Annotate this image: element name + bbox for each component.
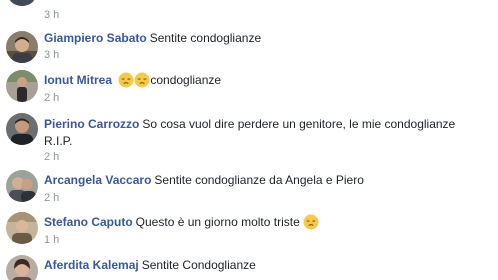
avatar[interactable] (6, 31, 38, 63)
comment-author-link[interactable]: Arcangela Vaccaro (44, 173, 151, 187)
pensive-face-icon (303, 214, 319, 230)
comment-timestamp[interactable]: 1 h (44, 233, 59, 247)
comment-text: Questo è un giorno molto triste (135, 215, 300, 229)
comment-author-link[interactable]: Aferdita Kalemaj (44, 258, 139, 272)
comment-author-link[interactable]: Stefano Caputo (44, 215, 133, 229)
comment-text-continuation: R.I.P. (44, 134, 73, 148)
comment-author-link[interactable]: Giampiero Sabato (44, 31, 147, 45)
comment-text: condoglianze (150, 73, 222, 87)
comment-feed: 3 h Giampiero Sabato Sentite condoglianze… (0, 0, 498, 280)
avatar[interactable] (6, 113, 38, 145)
pensive-face-icon (118, 72, 134, 88)
comment-line: Arcangela Vaccaro Sentite condoglianze da… (44, 172, 364, 188)
comment-line: Giampiero Sabato Sentite condoglianze (44, 30, 261, 46)
comment-line: Ionut Mitrea condoglianze (44, 72, 221, 88)
comment-timestamp[interactable]: 2 h (44, 191, 59, 205)
comment-author-link[interactable]: Ionut Mitrea (44, 73, 112, 87)
avatar[interactable] (6, 170, 38, 202)
comment-line: Aferdita Kalemaj Sentite Condoglianze (44, 257, 256, 273)
comment-timestamp[interactable]: 3 h (44, 48, 59, 62)
comment-author-link[interactable]: Pierino Carrozzo (44, 117, 139, 131)
comment-text: Sentite Condoglianze (141, 258, 256, 272)
comment-text: Sentite condoglianze (149, 31, 262, 45)
comment-timestamp[interactable]: 2 h (44, 91, 59, 105)
pensive-face-icon (134, 72, 150, 88)
avatar[interactable] (6, 0, 38, 6)
avatar[interactable] (6, 212, 38, 244)
comment-text: Sentite condoglianze da Angela e Piero (154, 173, 364, 187)
comment-line: Pierino Carrozzo So cosa vuol dire perder… (44, 116, 455, 132)
comment-timestamp[interactable]: 3 h (44, 8, 59, 22)
comment-text: So cosa vuol dire perdere un genitore, l… (142, 117, 456, 131)
avatar[interactable] (6, 255, 38, 280)
comment-timestamp[interactable]: 2 h (44, 150, 59, 164)
avatar[interactable] (6, 70, 38, 102)
comment-line: Stefano Caputo Questo è un giorno molto t… (44, 214, 319, 230)
